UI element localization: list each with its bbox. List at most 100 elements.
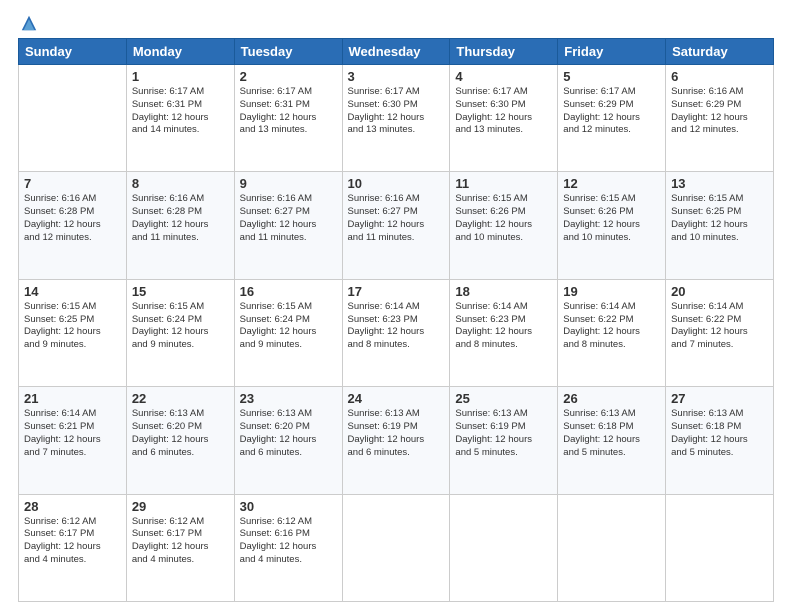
calendar-cell <box>19 65 127 172</box>
calendar-cell: 10 Sunrise: 6:16 AMSunset: 6:27 PMDayligh… <box>342 172 450 279</box>
day-info: Sunrise: 6:13 AMSunset: 6:18 PMDaylight:… <box>563 408 660 459</box>
day-number: 19 <box>563 284 660 299</box>
calendar-cell: 25 Sunrise: 6:13 AMSunset: 6:19 PMDayligh… <box>450 387 558 494</box>
day-info: Sunrise: 6:14 AMSunset: 6:21 PMDaylight:… <box>24 408 121 459</box>
day-info: Sunrise: 6:16 AMSunset: 6:27 PMDaylight:… <box>240 193 337 244</box>
day-info: Sunrise: 6:14 AMSunset: 6:23 PMDaylight:… <box>348 301 445 352</box>
calendar-cell: 21 Sunrise: 6:14 AMSunset: 6:21 PMDayligh… <box>19 387 127 494</box>
day-number: 5 <box>563 69 660 84</box>
calendar-cell: 7 Sunrise: 6:16 AMSunset: 6:28 PMDaylight… <box>19 172 127 279</box>
day-info: Sunrise: 6:12 AMSunset: 6:17 PMDaylight:… <box>132 516 229 567</box>
calendar-cell: 16Sunrise: 6:15 AMSunset: 6:24 PMDayligh… <box>234 279 342 386</box>
calendar-cell: 28 Sunrise: 6:12 AMSunset: 6:17 PMDayligh… <box>19 494 127 601</box>
day-info: Sunrise: 6:15 AMSunset: 6:24 PMDaylight:… <box>132 301 229 352</box>
day-number: 27 <box>671 391 768 406</box>
calendar-cell: 15 Sunrise: 6:15 AMSunset: 6:24 PMDayligh… <box>126 279 234 386</box>
day-info: Sunrise: 6:17 AMSunset: 6:30 PMDaylight:… <box>455 86 552 137</box>
calendar-cell: 23 Sunrise: 6:13 AMSunset: 6:20 PMDayligh… <box>234 387 342 494</box>
page: SundayMondayTuesdayWednesdayThursdayFrid… <box>0 0 792 612</box>
calendar-header-row: SundayMondayTuesdayWednesdayThursdayFrid… <box>19 39 774 65</box>
calendar-cell: 1 Sunrise: 6:17 AMSunset: 6:31 PMDaylight… <box>126 65 234 172</box>
day-number: 1 <box>132 69 229 84</box>
calendar-cell: 19 Sunrise: 6:14 AMSunset: 6:22 PMDayligh… <box>558 279 666 386</box>
day-info: Sunrise: 6:16 AMSunset: 6:27 PMDaylight:… <box>348 193 445 244</box>
header <box>18 16 774 28</box>
day-number: 13 <box>671 176 768 191</box>
day-number: 14 <box>24 284 121 299</box>
day-number: 9 <box>240 176 337 191</box>
calendar-cell <box>342 494 450 601</box>
day-info: Sunrise: 6:15 AMSunset: 6:25 PMDaylight:… <box>671 193 768 244</box>
day-number: 7 <box>24 176 121 191</box>
calendar-day-header: Wednesday <box>342 39 450 65</box>
calendar-cell: 18 Sunrise: 6:14 AMSunset: 6:23 PMDayligh… <box>450 279 558 386</box>
day-number: 25 <box>455 391 552 406</box>
day-number: 17 <box>348 284 445 299</box>
calendar-table: SundayMondayTuesdayWednesdayThursdayFrid… <box>18 38 774 602</box>
day-number: 11 <box>455 176 552 191</box>
calendar-week-row: 21 Sunrise: 6:14 AMSunset: 6:21 PMDayligh… <box>19 387 774 494</box>
calendar-day-header: Monday <box>126 39 234 65</box>
day-number: 18 <box>455 284 552 299</box>
day-info: Sunrise: 6:14 AMSunset: 6:22 PMDaylight:… <box>563 301 660 352</box>
calendar-cell: 17 Sunrise: 6:14 AMSunset: 6:23 PMDayligh… <box>342 279 450 386</box>
day-info: Sunrise: 6:17 AMSunset: 6:31 PMDaylight:… <box>132 86 229 137</box>
day-info: Sunrise: 6:13 AMSunset: 6:19 PMDaylight:… <box>455 408 552 459</box>
calendar-cell: 20 Sunrise: 6:14 AMSunset: 6:22 PMDayligh… <box>666 279 774 386</box>
day-info: Sunrise: 6:17 AMSunset: 6:29 PMDaylight:… <box>563 86 660 137</box>
day-number: 10 <box>348 176 445 191</box>
calendar-day-header: Tuesday <box>234 39 342 65</box>
calendar-cell: 29Sunrise: 6:12 AMSunset: 6:17 PMDayligh… <box>126 494 234 601</box>
day-number: 4 <box>455 69 552 84</box>
calendar-cell: 12Sunrise: 6:15 AMSunset: 6:26 PMDayligh… <box>558 172 666 279</box>
calendar-day-header: Saturday <box>666 39 774 65</box>
day-number: 8 <box>132 176 229 191</box>
day-info: Sunrise: 6:13 AMSunset: 6:20 PMDaylight:… <box>132 408 229 459</box>
day-number: 26 <box>563 391 660 406</box>
calendar-cell <box>666 494 774 601</box>
calendar-cell: 11 Sunrise: 6:15 AMSunset: 6:26 PMDayligh… <box>450 172 558 279</box>
day-number: 20 <box>671 284 768 299</box>
calendar-cell: 26 Sunrise: 6:13 AMSunset: 6:18 PMDayligh… <box>558 387 666 494</box>
day-info: Sunrise: 6:12 AMSunset: 6:17 PMDaylight:… <box>24 516 121 567</box>
calendar-week-row: 14 Sunrise: 6:15 AMSunset: 6:25 PMDayligh… <box>19 279 774 386</box>
calendar-cell: 13 Sunrise: 6:15 AMSunset: 6:25 PMDayligh… <box>666 172 774 279</box>
calendar-cell: 2 Sunrise: 6:17 AMSunset: 6:31 PMDaylight… <box>234 65 342 172</box>
day-number: 15 <box>132 284 229 299</box>
calendar-day-header: Sunday <box>19 39 127 65</box>
calendar-cell: 24Sunrise: 6:13 AMSunset: 6:19 PMDayligh… <box>342 387 450 494</box>
calendar-cell: 9 Sunrise: 6:16 AMSunset: 6:27 PMDaylight… <box>234 172 342 279</box>
day-info: Sunrise: 6:13 AMSunset: 6:19 PMDaylight:… <box>348 408 445 459</box>
day-info: Sunrise: 6:16 AMSunset: 6:28 PMDaylight:… <box>24 193 121 244</box>
day-info: Sunrise: 6:17 AMSunset: 6:31 PMDaylight:… <box>240 86 337 137</box>
calendar-cell <box>558 494 666 601</box>
calendar-cell: 14 Sunrise: 6:15 AMSunset: 6:25 PMDayligh… <box>19 279 127 386</box>
logo <box>18 16 38 28</box>
calendar-cell: 27 Sunrise: 6:13 AMSunset: 6:18 PMDayligh… <box>666 387 774 494</box>
calendar-week-row: 1 Sunrise: 6:17 AMSunset: 6:31 PMDaylight… <box>19 65 774 172</box>
calendar-day-header: Friday <box>558 39 666 65</box>
day-number: 28 <box>24 499 121 514</box>
day-info: Sunrise: 6:14 AMSunset: 6:23 PMDaylight:… <box>455 301 552 352</box>
day-number: 12 <box>563 176 660 191</box>
calendar-week-row: 28 Sunrise: 6:12 AMSunset: 6:17 PMDayligh… <box>19 494 774 601</box>
calendar-week-row: 7 Sunrise: 6:16 AMSunset: 6:28 PMDaylight… <box>19 172 774 279</box>
day-number: 2 <box>240 69 337 84</box>
day-info: Sunrise: 6:15 AMSunset: 6:25 PMDaylight:… <box>24 301 121 352</box>
day-info: Sunrise: 6:14 AMSunset: 6:22 PMDaylight:… <box>671 301 768 352</box>
day-number: 22 <box>132 391 229 406</box>
day-info: Sunrise: 6:13 AMSunset: 6:20 PMDaylight:… <box>240 408 337 459</box>
logo-icon <box>20 14 38 32</box>
calendar-cell: 8 Sunrise: 6:16 AMSunset: 6:28 PMDaylight… <box>126 172 234 279</box>
calendar-cell: 5 Sunrise: 6:17 AMSunset: 6:29 PMDaylight… <box>558 65 666 172</box>
day-info: Sunrise: 6:15 AMSunset: 6:26 PMDaylight:… <box>455 193 552 244</box>
day-number: 30 <box>240 499 337 514</box>
calendar-cell: 4 Sunrise: 6:17 AMSunset: 6:30 PMDaylight… <box>450 65 558 172</box>
day-info: Sunrise: 6:16 AMSunset: 6:29 PMDaylight:… <box>671 86 768 137</box>
day-number: 23 <box>240 391 337 406</box>
day-number: 21 <box>24 391 121 406</box>
calendar-cell: 22 Sunrise: 6:13 AMSunset: 6:20 PMDayligh… <box>126 387 234 494</box>
day-info: Sunrise: 6:16 AMSunset: 6:28 PMDaylight:… <box>132 193 229 244</box>
day-info: Sunrise: 6:13 AMSunset: 6:18 PMDaylight:… <box>671 408 768 459</box>
day-info: Sunrise: 6:17 AMSunset: 6:30 PMDaylight:… <box>348 86 445 137</box>
